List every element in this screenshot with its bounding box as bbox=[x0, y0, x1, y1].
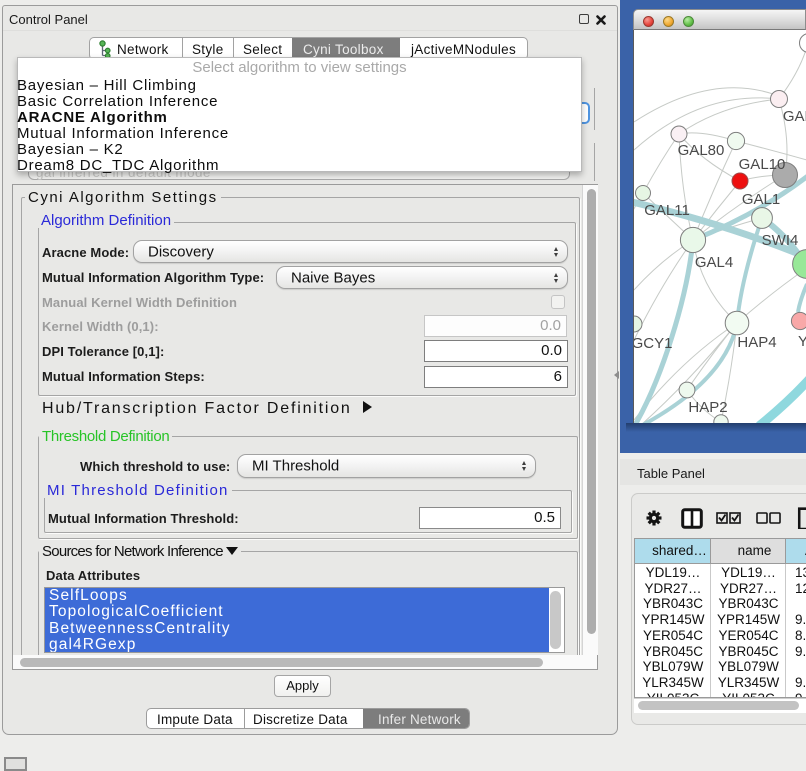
svg-text:GAL4: GAL4 bbox=[695, 254, 733, 271]
svg-text:SWI4: SWI4 bbox=[762, 232, 799, 249]
svg-text:GAL2: GAL2 bbox=[783, 108, 806, 125]
svg-text:GAL11: GAL11 bbox=[644, 202, 690, 219]
svg-text:HAP2: HAP2 bbox=[688, 399, 727, 416]
svg-text:Y: Y bbox=[798, 333, 806, 350]
svg-text:GCY1: GCY1 bbox=[633, 335, 672, 352]
svg-text:HAP4: HAP4 bbox=[737, 334, 776, 351]
svg-text:GAL10: GAL10 bbox=[739, 156, 786, 173]
svg-text:GAL1: GAL1 bbox=[742, 191, 780, 208]
svg-text:GAL80: GAL80 bbox=[678, 142, 725, 159]
